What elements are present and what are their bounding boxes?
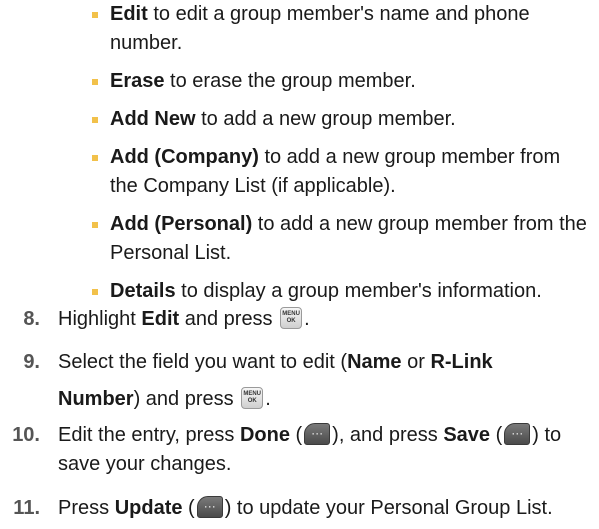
- softkey-icon: ···: [504, 422, 531, 445]
- option-term: Add (Company): [110, 146, 259, 168]
- bullet-icon: [92, 117, 98, 123]
- option-description: to display a group member's information.: [175, 280, 542, 302]
- option-term: Erase: [110, 70, 165, 92]
- bullet-icon: [92, 79, 98, 85]
- bullet-icon: [92, 155, 98, 161]
- bullet-icon: [92, 289, 98, 295]
- bullet-icon: [92, 12, 98, 18]
- step-text: Highlight Edit and press MENU OK.: [58, 306, 310, 330]
- softkey-icon: ···: [304, 422, 331, 445]
- bullet-icon: [92, 222, 98, 228]
- list-item: Details to display a group member's info…: [92, 277, 590, 306]
- option-term: Edit: [110, 3, 148, 25]
- step-text: Press Update (···) to update your Person…: [58, 495, 553, 519]
- list-item: Edit to edit a group member's name and p…: [92, 0, 590, 58]
- menu-ok-key-icon: MENU OK: [241, 386, 264, 409]
- step-text: Select the field you want to edit (Name …: [58, 351, 493, 410]
- menu-ok-key-icon: MENU OK: [280, 306, 303, 329]
- option-term: Add New: [110, 108, 196, 130]
- step-number: 10.: [12, 424, 40, 446]
- option-description: to erase the group member.: [164, 70, 416, 92]
- list-item: Add (Personal) to add a new group member…: [92, 210, 590, 268]
- list-item: Add New to add a new group member.: [92, 105, 590, 134]
- options-list: Edit to edit a group member's name and p…: [92, 0, 590, 315]
- list-item: Add (Company) to add a new group member …: [92, 143, 590, 201]
- step-text: Edit the entry, press Done (···), and pr…: [58, 422, 562, 475]
- option-description: to add a new group member.: [195, 108, 456, 130]
- step-number: 9.: [23, 351, 40, 373]
- option-term: Details: [110, 280, 176, 302]
- option-term: Add (Personal): [110, 213, 253, 235]
- softkey-icon: ···: [196, 495, 223, 518]
- step-number: 11.: [13, 497, 40, 519]
- list-item: Erase to erase the group member.: [92, 67, 590, 96]
- step-number: 8.: [23, 308, 40, 330]
- option-description: to edit a group member's name and phone …: [110, 3, 530, 54]
